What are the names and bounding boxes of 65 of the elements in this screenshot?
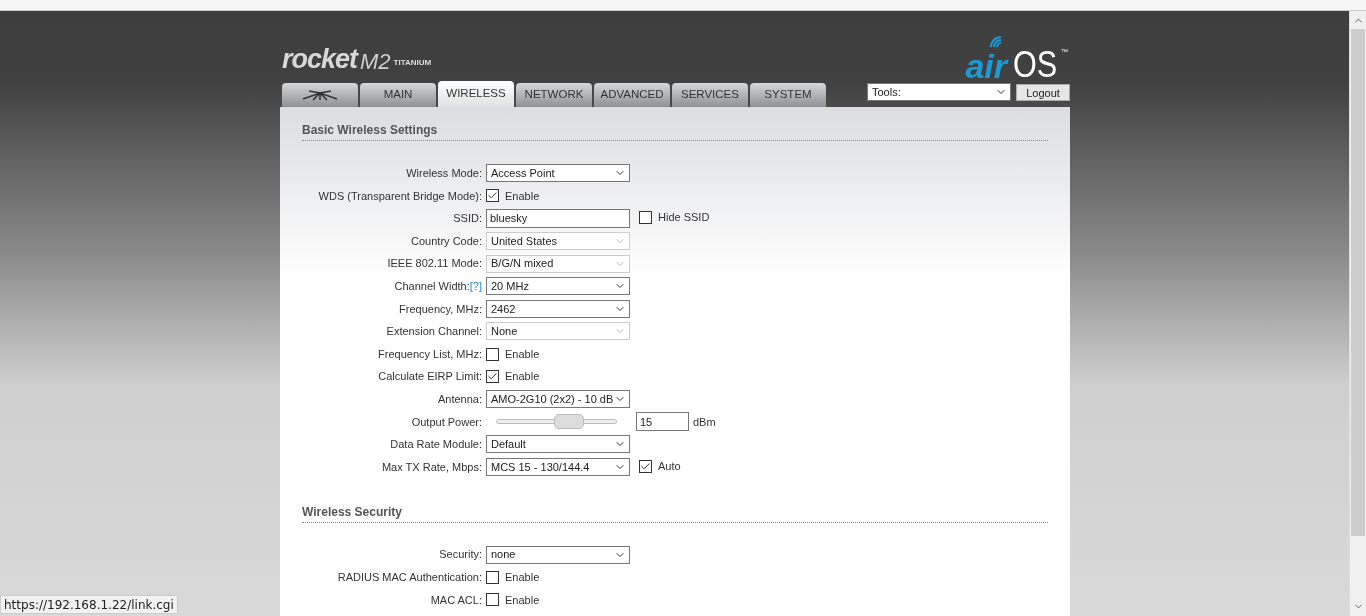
slider-thumb[interactable] [553, 414, 584, 430]
field-label: Frequency List, MHz: [378, 346, 482, 362]
checkbox[interactable] [486, 593, 499, 607]
home-tab[interactable] [282, 83, 358, 107]
checkbox-label: Enable [505, 188, 540, 204]
unit-label: dBm [693, 414, 716, 430]
wifi-icon [989, 35, 1003, 49]
field-label: WDS (Transparent Bridge Mode): [318, 188, 482, 204]
product-logo: rocket [282, 46, 358, 73]
nav-tab[interactable]: SERVICES [672, 83, 748, 107]
field-label: RADIUS MAC Authentication: [337, 569, 482, 585]
checkbox-label: Enable [505, 369, 540, 385]
edition-label: TITANIUM [393, 57, 432, 69]
dropdown[interactable]: AMO-2G10 (2x2) - 10 dB [486, 390, 630, 409]
scrollbar-thumb[interactable] [1351, 29, 1365, 536]
checkbox[interactable] [639, 459, 652, 473]
dropdown[interactable]: none [486, 545, 630, 564]
field-label: Wireless Mode: [406, 166, 482, 182]
field-label: MAC ACL: [430, 592, 482, 608]
checkbox-label: Enable [505, 346, 540, 362]
dropdown[interactable]: Default [486, 435, 630, 454]
checkbox[interactable] [486, 347, 499, 361]
checkbox-label: Enable [505, 569, 540, 585]
section-title: Basic Wireless Settings [302, 123, 438, 137]
scrollbar[interactable] [1349, 11, 1366, 616]
checkbox-label: Hide SSID [658, 209, 710, 225]
dropdown[interactable]: 20 MHz [486, 277, 630, 296]
checkbox[interactable] [486, 370, 499, 384]
checkbox-label: Auto [658, 458, 681, 474]
field-label: Antenna: [437, 392, 482, 407]
checkbox[interactable] [639, 210, 652, 224]
field-label: Max TX Rate, Mbps: [381, 459, 482, 475]
ssid-field[interactable]: bluesky [486, 209, 630, 228]
nav-tab[interactable]: SYSTEM [750, 83, 826, 107]
field-label: Extension Channel: [386, 324, 482, 340]
field-label: IEEE 802.11 Mode: [387, 256, 482, 272]
dropdown[interactable]: MCS 15 - 130/144.4 [486, 458, 630, 476]
power-field[interactable]: 15 [636, 412, 689, 432]
checkbox[interactable] [486, 189, 499, 203]
status-url-tooltip: https://192.168.1.22/link.cgi [0, 595, 178, 614]
model-logo: M2 [360, 51, 391, 73]
field-label: Country Code: [411, 233, 482, 249]
field-label: Security: [439, 547, 482, 563]
nav-tab[interactable]: ADVANCED [594, 83, 670, 107]
nav-tab[interactable]: WIRELESS [438, 81, 514, 107]
power-slider[interactable] [496, 414, 617, 430]
field-label: Output Power: [411, 414, 482, 430]
dropdown[interactable]: 2462 [486, 299, 630, 318]
checkbox-label: Enable [505, 592, 540, 608]
antenna-icon [301, 89, 339, 101]
section-title: Wireless Security [302, 505, 402, 520]
field-label: Frequency, MHz: [399, 301, 482, 317]
field-label: Channel Width: [394, 279, 470, 294]
brand-os: OS [1012, 47, 1058, 83]
field-label: Calculate EIRP Limit: [378, 369, 482, 385]
dropdown[interactable]: Access Point [486, 164, 630, 183]
field-label: SSID: [453, 211, 482, 227]
nav-tab[interactable]: MAIN [360, 83, 436, 107]
dropdown[interactable]: Tools: [867, 83, 1011, 101]
logout-button[interactable]: Logout [1016, 83, 1070, 101]
nav-tab[interactable]: NETWORK [516, 83, 592, 107]
brand-air: air [965, 47, 1007, 85]
help-link[interactable]: [?] [469, 278, 482, 295]
field-label: Data Rate Module: [390, 437, 482, 453]
checkbox[interactable] [486, 570, 499, 584]
